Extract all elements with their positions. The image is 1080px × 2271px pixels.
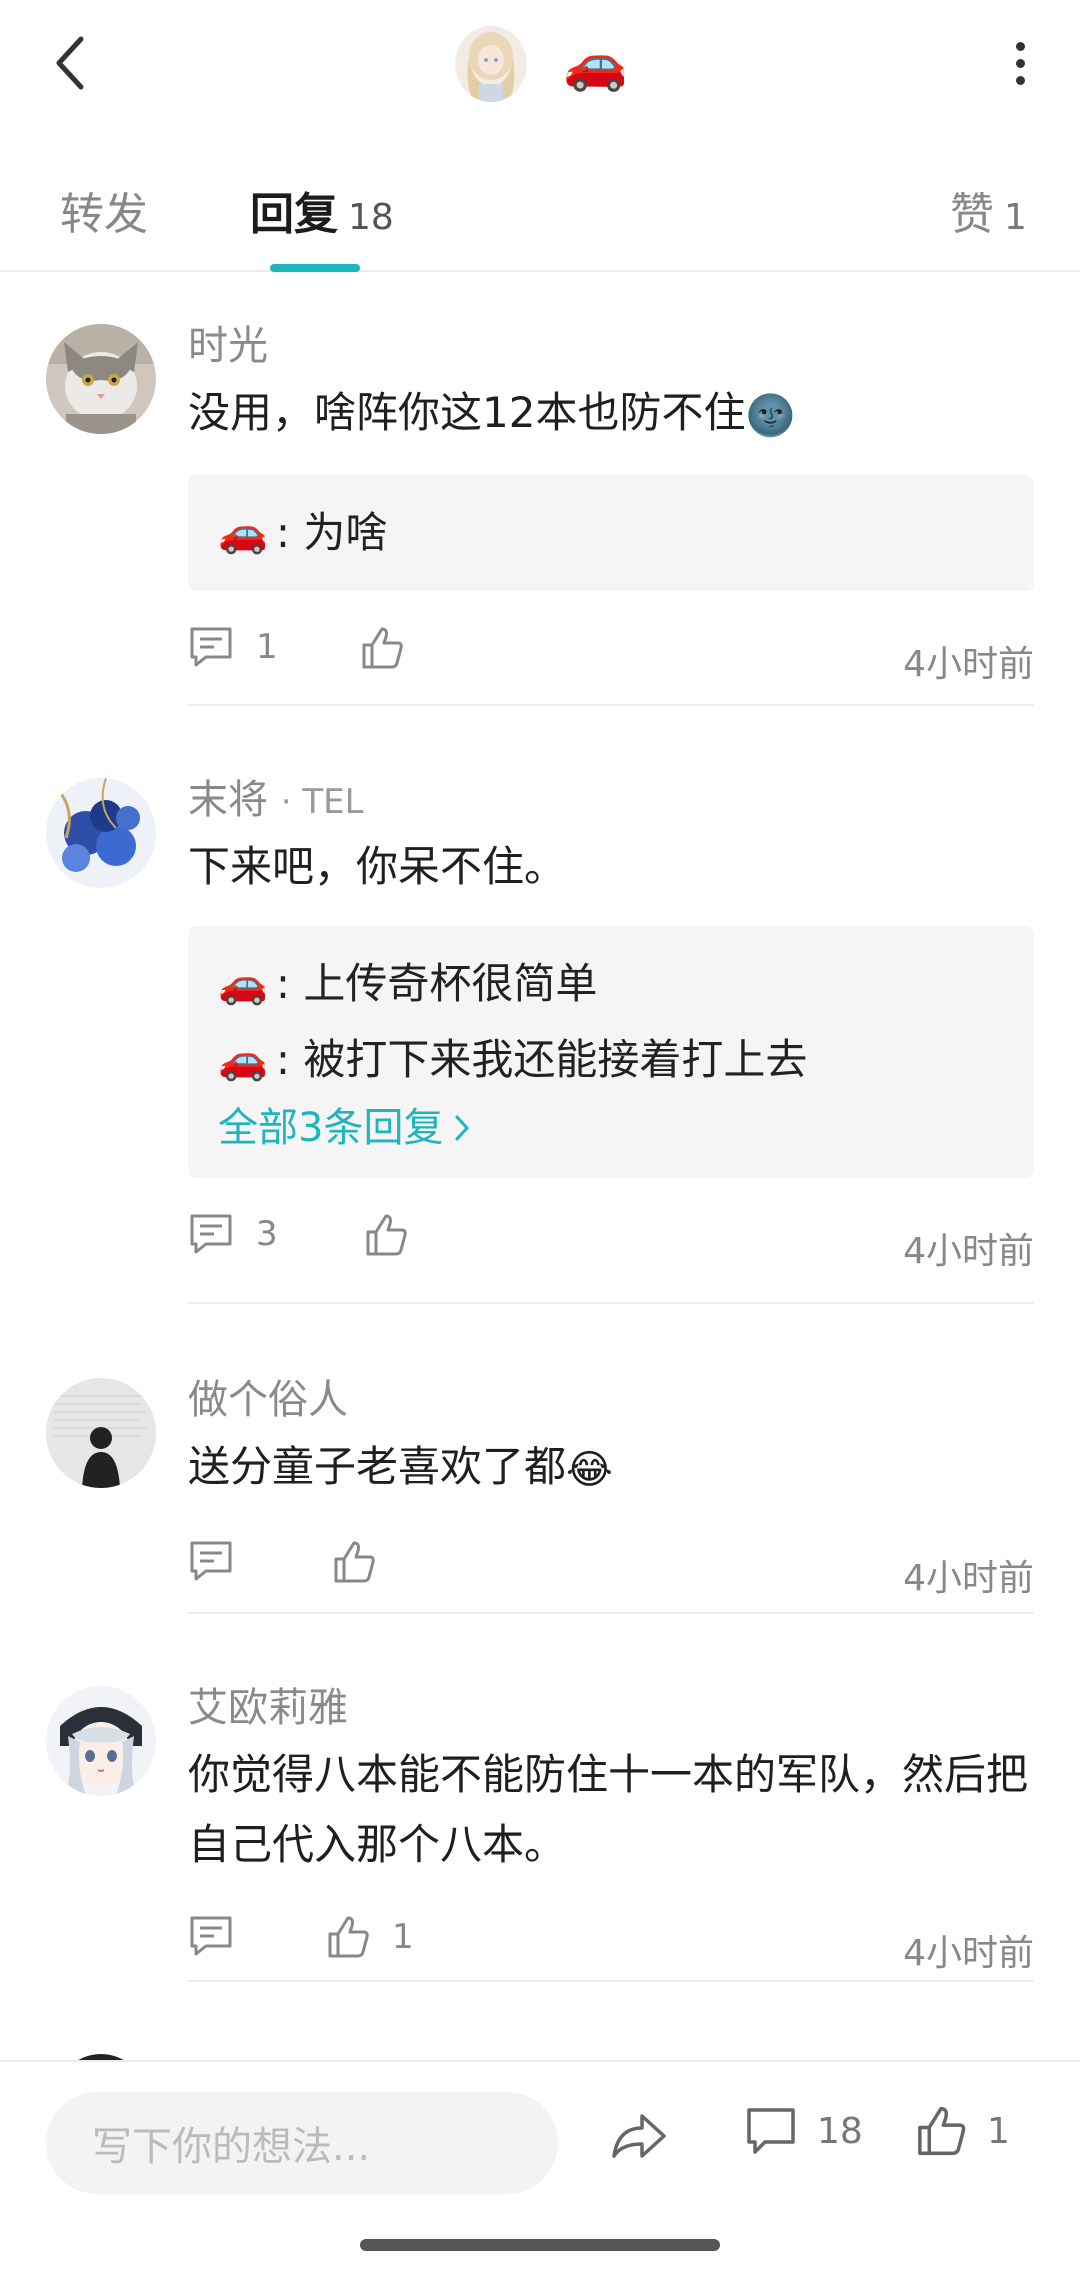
- commenter-name[interactable]: 艾欧莉雅: [188, 1680, 1034, 1736]
- like-button[interactable]: 1: [326, 1914, 414, 1960]
- chevron-right-icon: [455, 1115, 470, 1141]
- comment-input-placeholder: 写下你的想法...: [92, 2124, 371, 2170]
- comment-time: 4小时前: [903, 1933, 1034, 1974]
- divider: [188, 1980, 1034, 1982]
- thumbs-up-icon: [366, 1214, 407, 1256]
- replies-preview[interactable]: 🚗 : 上传奇杯很简单 🚗 : 被打下来我还能接着打上去 全部3条回复: [188, 926, 1034, 1178]
- reply-button[interactable]: [188, 1914, 256, 1958]
- comment-actions: 3 4小时前: [188, 1192, 1034, 1292]
- comment-text: 没用，啥阵你这12本也防不住🌚: [188, 378, 1034, 451]
- like-button[interactable]: [332, 1539, 398, 1585]
- comment-actions: 1 4小时前: [188, 605, 1034, 705]
- laughing-tears-emoji: 😂: [566, 1446, 613, 1493]
- divider: [188, 1612, 1034, 1614]
- thumbs-up-icon: [362, 627, 403, 668]
- more-vertical-icon: [1015, 41, 1025, 51]
- view-all-replies-link[interactable]: 全部3条回复: [218, 1098, 1004, 1158]
- share-arrow-icon: [612, 2114, 666, 2158]
- divider: [188, 1302, 1034, 1304]
- user-tag: · TEL: [280, 782, 364, 822]
- commenter-name[interactable]: 做个俗人: [188, 1372, 1034, 1428]
- like-post-button[interactable]: 1: [915, 2104, 1010, 2158]
- commenter-name[interactable]: 时光: [188, 318, 1034, 374]
- thumbs-up-icon: [918, 2106, 966, 2156]
- reply-button[interactable]: [188, 1539, 256, 1583]
- comment-time: 4小时前: [903, 1557, 1034, 1599]
- commenter-avatar[interactable]: [46, 324, 156, 434]
- divider: [188, 704, 1034, 706]
- reply-line: 🚗 : 上传奇杯很简单: [218, 946, 1004, 1022]
- comments-button[interactable]: 18: [745, 2106, 863, 2156]
- tab-bar: 转发 回复 18 赞 1: [0, 160, 1080, 272]
- comment-text: 下来吧，你呆不住。: [188, 842, 567, 891]
- tab-repost[interactable]: 转发: [60, 178, 148, 242]
- chevron-left-icon: [56, 36, 84, 90]
- car-emoji: 🚗: [218, 509, 268, 556]
- tab-replies[interactable]: 回复 18: [250, 178, 394, 242]
- like-button[interactable]: [364, 1212, 430, 1258]
- thumbs-up-icon: [328, 1916, 369, 1958]
- reply-button[interactable]: 1: [188, 625, 278, 669]
- back-button[interactable]: [40, 30, 100, 96]
- next-comment-peek: 蔷根: [0, 2040, 1080, 2062]
- comment-time: 4小时前: [903, 1231, 1034, 1272]
- comment-input[interactable]: 写下你的想法...: [46, 2092, 558, 2194]
- commenter-name[interactable]: 末将 · TEL: [188, 772, 1034, 828]
- active-tab-indicator: [270, 264, 360, 272]
- tab-likes[interactable]: 赞 1: [950, 178, 1027, 242]
- comment-bubble-icon: [190, 1214, 232, 1254]
- top-bar: 🚗: [0, 0, 1080, 130]
- comment-bubble-icon: [190, 627, 232, 666]
- comment-bubble-icon: [190, 1916, 232, 1956]
- share-button[interactable]: [610, 2110, 668, 2166]
- comment-bubble-icon: [190, 1541, 232, 1580]
- comment-actions: 4小时前: [188, 1519, 1034, 1619]
- like-button[interactable]: [360, 625, 426, 671]
- more-options-button[interactable]: [1000, 30, 1040, 96]
- commenter-avatar[interactable]: [46, 778, 156, 888]
- reply-button[interactable]: 3: [188, 1212, 278, 1256]
- car-emoji: 🚗: [218, 1037, 268, 1083]
- reply-line: 🚗 : 被打下来我还能接着打上去: [218, 1022, 1004, 1098]
- comment-text: 送分童子老喜欢了都😂: [188, 1432, 1034, 1505]
- commenter-avatar[interactable]: [46, 1378, 156, 1488]
- moon-face-emoji: 🌚: [745, 392, 796, 439]
- author-avatar[interactable]: [455, 26, 527, 102]
- comment-text: 你觉得八本能不能防住十一本的军队，然后把自己代入那个八本。: [188, 1750, 1029, 1869]
- car-emoji: 🚗: [563, 34, 628, 94]
- bottom-action-bar: 写下你的想法... 18 1: [0, 2060, 1080, 2230]
- post-author[interactable]: 🚗: [455, 26, 628, 102]
- replies-preview[interactable]: 🚗 : 为啥: [188, 474, 1034, 591]
- comment-time: 4小时前: [903, 643, 1034, 685]
- comment-bubble-icon: [747, 2108, 795, 2154]
- commenter-avatar[interactable]: [46, 1686, 156, 1796]
- thumbs-up-icon: [334, 1541, 375, 1582]
- comment-actions: 1 4小时前: [188, 1894, 1034, 1994]
- car-emoji: 🚗: [218, 961, 268, 1007]
- reply-line: 🚗 : 为啥: [218, 495, 1004, 571]
- home-indicator[interactable]: [360, 2239, 720, 2251]
